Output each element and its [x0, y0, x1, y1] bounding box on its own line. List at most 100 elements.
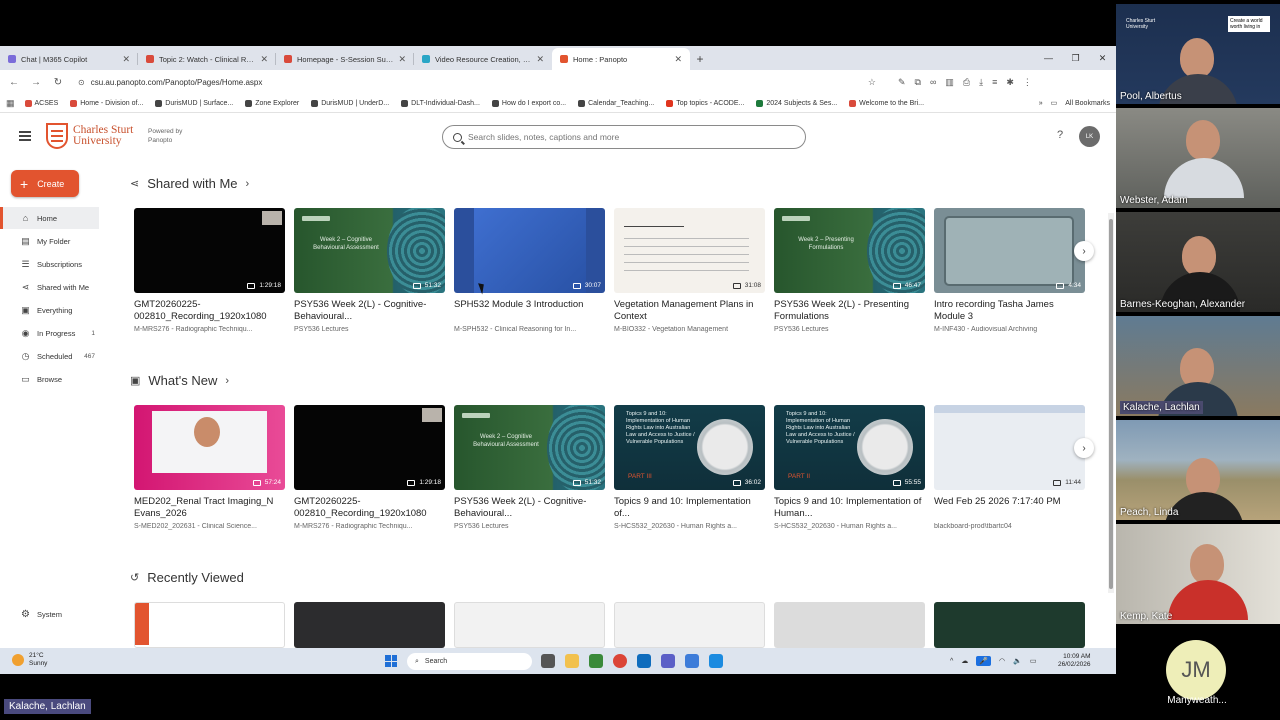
- video-thumbnail[interactable]: 57:24: [134, 405, 285, 490]
- tab-video-resource[interactable]: Video Resource Creation, Stora ✕: [414, 48, 552, 70]
- windows-start-icon[interactable]: [385, 655, 397, 667]
- video-title[interactable]: Intro recording Tasha James Module 3: [934, 299, 1085, 323]
- section-recent-header[interactable]: ↺ Recently Viewed: [130, 570, 244, 585]
- participant-avatar[interactable]: JM: [1166, 640, 1226, 700]
- video-title[interactable]: SPH532 Module 3 Introduction: [454, 299, 605, 323]
- taskbar-search[interactable]: ⌕ Search: [407, 653, 532, 670]
- create-button[interactable]: + Create: [11, 170, 79, 197]
- sidebar-item-subscriptions[interactable]: ☰ Subscriptions: [0, 253, 99, 275]
- file-explorer-icon[interactable]: [565, 654, 579, 668]
- video-folder[interactable]: PSY536 Lectures: [294, 326, 445, 333]
- video-folder[interactable]: PSY536 Lectures: [454, 523, 605, 530]
- sidebar-item-scheduled[interactable]: ◷ Scheduled 467: [0, 345, 99, 367]
- video-card[interactable]: 1:29:18 GMT20260225-002810_Recording_192…: [134, 208, 285, 333]
- teams-icon[interactable]: [661, 654, 675, 668]
- participant-tile[interactable]: Kalache, Lachlan: [1116, 316, 1280, 416]
- video-folder[interactable]: S-HCS532_202630 - Human Rights a...: [614, 523, 765, 530]
- sidebar-item-browse[interactable]: ▭ Browse: [0, 368, 99, 390]
- puzzle-icon[interactable]: ✱: [1006, 77, 1014, 88]
- weather-widget[interactable]: 21°C Sunny: [12, 652, 47, 668]
- video-folder[interactable]: M-MRS276 - Radiographic Techniqu...: [134, 326, 285, 333]
- video-thumbnail[interactable]: Week 2 – Cognitive Behavioural Assessmen…: [294, 208, 445, 293]
- video-card[interactable]: [294, 602, 445, 648]
- tab-copilot[interactable]: Chat | M365 Copilot ✕: [0, 48, 138, 70]
- video-card[interactable]: [134, 602, 285, 648]
- video-thumbnail[interactable]: 1:29:18: [134, 208, 285, 293]
- video-title[interactable]: PSY536 Week 2(L) - Cognitive-Behavioural…: [454, 496, 605, 520]
- close-icon[interactable]: ✕: [674, 54, 682, 65]
- maximize-icon[interactable]: ❐: [1062, 53, 1089, 64]
- section-whats-new-header[interactable]: ▣ What's New ›: [130, 373, 229, 388]
- sidebar-item-in-progress[interactable]: ◉ In Progress 1: [0, 322, 99, 344]
- outlook-icon[interactable]: [637, 654, 651, 668]
- video-title[interactable]: Vegetation Management Plans in Context: [614, 299, 765, 323]
- participant-tile[interactable]: Webster, Adam: [1116, 108, 1280, 208]
- participant-tile[interactable]: Kemp, Kate: [1116, 524, 1280, 624]
- bookmark-item[interactable]: DurisMUD | UnderD...: [311, 99, 397, 107]
- bookmark-item[interactable]: How do I export co...: [491, 99, 574, 107]
- video-folder[interactable]: PSY536 Lectures: [774, 326, 925, 333]
- search-input[interactable]: [468, 132, 788, 142]
- battery-icon[interactable]: ▭: [1030, 657, 1037, 665]
- video-card[interactable]: Week 2 – Cognitive Behavioural Assessmen…: [454, 405, 605, 530]
- forward-icon[interactable]: →: [28, 77, 44, 88]
- participant-tile[interactable]: Peach, Linda: [1116, 420, 1280, 520]
- link-icon[interactable]: ∞: [930, 77, 936, 88]
- video-card[interactable]: 1:29:18 GMT20260225-002810_Recording_192…: [294, 405, 445, 530]
- video-thumbnail[interactable]: 11:44: [934, 405, 1085, 490]
- video-card[interactable]: Topics 9 and 10: Implementation of Human…: [774, 405, 925, 530]
- bookmark-item[interactable]: Zone Explorer: [245, 99, 307, 107]
- video-thumbnail[interactable]: Topics 9 and 10: Implementation of Human…: [774, 405, 925, 490]
- reload-icon[interactable]: ↻: [50, 77, 66, 88]
- print-icon[interactable]: ⎙: [963, 77, 970, 88]
- apps-icon[interactable]: ▦: [6, 98, 21, 109]
- close-icon[interactable]: ✕: [398, 54, 406, 65]
- new-tab-button[interactable]: +: [690, 48, 710, 70]
- bookmark-item[interactable]: ACSES: [24, 99, 67, 107]
- onedrive-icon[interactable]: ☁: [961, 657, 968, 665]
- video-thumbnail[interactable]: Week 2 – Cognitive Behavioural Assessmen…: [454, 405, 605, 490]
- url-field[interactable]: ⊙ csu.au.panopto.com/Panopto/Pages/Home.…: [72, 73, 882, 91]
- video-folder[interactable]: S-MED202_202631 - Clinical Science...: [134, 523, 285, 530]
- bookmark-item[interactable]: Calendar_Teaching...: [578, 99, 662, 107]
- video-title[interactable]: Wed Feb 25 2026 7:17:40 PM: [934, 496, 1085, 520]
- video-folder[interactable]: M-SPH532 - Clinical Reasoning for In...: [454, 326, 605, 333]
- wifi-icon[interactable]: ◠: [999, 657, 1005, 665]
- video-folder[interactable]: M-BIO332 - Vegetation Management: [614, 326, 765, 333]
- extensions-icon[interactable]: ⧉: [915, 77, 921, 88]
- video-card[interactable]: Week 2 – Cognitive Behavioural Assessmen…: [294, 208, 445, 333]
- sidebar-item-everything[interactable]: ▣ Everything: [0, 299, 99, 321]
- video-thumbnail[interactable]: Week 2 – Presenting Formulations 46:47: [774, 208, 925, 293]
- video-title[interactable]: MED202_Renal Tract Imaging_N Evans_2026: [134, 496, 285, 520]
- bookmark-item[interactable]: Top topics - ACODE...: [666, 99, 752, 107]
- page-scrollbar[interactable]: [1108, 213, 1114, 593]
- settings-icon[interactable]: [685, 654, 699, 668]
- close-icon[interactable]: ✕: [260, 54, 268, 65]
- video-card[interactable]: 31:08 Vegetation Management Plans in Con…: [614, 208, 765, 333]
- video-title[interactable]: PSY536 Week 2(L) - Cognitive-Behavioural…: [294, 299, 445, 323]
- video-title[interactable]: Topics 9 and 10: Implementation of...: [614, 496, 765, 520]
- video-folder[interactable]: M-MRS276 - Radiographic Techniqu...: [294, 523, 445, 530]
- bookmark-item[interactable]: DLT-Individual-Dash...: [401, 99, 488, 107]
- video-card[interactable]: 30:07 SPH532 Module 3 Introduction M-SPH…: [454, 208, 605, 333]
- video-card[interactable]: [454, 602, 605, 648]
- carousel-next-button[interactable]: ›: [1074, 438, 1094, 458]
- video-thumbnail[interactable]: [774, 602, 925, 648]
- video-folder[interactable]: blackboard-prod\tbartc04: [934, 523, 1085, 530]
- close-icon[interactable]: ✕: [122, 54, 130, 65]
- menu-icon[interactable]: ⋮: [1023, 77, 1032, 88]
- bookmark-item[interactable]: Home - Division of...: [70, 99, 151, 107]
- video-title[interactable]: GMT20260225-002810_Recording_1920x1080: [294, 496, 445, 520]
- video-thumbnail[interactable]: [454, 602, 605, 648]
- search-box[interactable]: [442, 125, 806, 149]
- participant-tile[interactable]: Charles Sturt University Create a world w…: [1116, 4, 1280, 104]
- video-title[interactable]: PSY536 Week 2(L) - Presenting Formulatio…: [774, 299, 925, 323]
- bookmark-item[interactable]: DurisMUD | Surface...: [155, 99, 241, 107]
- video-thumbnail[interactable]: 30:07: [454, 208, 605, 293]
- video-card[interactable]: 57:24 MED202_Renal Tract Imaging_N Evans…: [134, 405, 285, 530]
- video-card[interactable]: Topics 9 and 10: Implementation of Human…: [614, 405, 765, 530]
- bookmark-item[interactable]: Welcome to the Bri...: [849, 99, 932, 107]
- help-icon[interactable]: ?: [1057, 129, 1063, 141]
- video-thumbnail[interactable]: 1:29:18: [294, 405, 445, 490]
- tab-panopto-home[interactable]: Home : Panopto ✕: [552, 48, 690, 70]
